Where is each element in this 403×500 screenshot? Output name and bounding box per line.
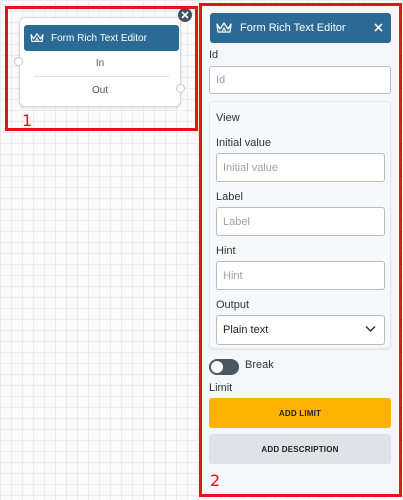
output-select[interactable]: Plain text — [216, 315, 385, 345]
output-label: Output — [216, 299, 250, 311]
input-port[interactable] — [14, 57, 23, 66]
label-placeholder: Label — [223, 215, 250, 228]
node-close-button[interactable] — [177, 7, 193, 23]
initial-value-label: Initial value — [216, 137, 272, 149]
output-value: Plain text — [223, 324, 269, 336]
node-header[interactable]: Form Rich Text Editor — [24, 25, 179, 51]
properties-panel: Form Rich Text Editor Id Id View Initial… — [200, 3, 400, 498]
port-in-label: In — [95, 58, 105, 69]
break-label: Break — [245, 359, 274, 371]
node-divider — [34, 76, 169, 77]
label-field[interactable]: Label — [216, 207, 385, 236]
add-limit-button[interactable]: ADD LIMIT — [209, 398, 391, 428]
panel-header: Form Rich Text Editor — [210, 13, 391, 43]
crown-icon — [30, 33, 44, 42]
chevron-down-icon — [365, 325, 376, 333]
limit-label: Limit — [209, 382, 233, 394]
add-description-button[interactable]: ADD DESCRIPTION — [209, 434, 391, 464]
initial-value-field[interactable]: Initial value — [216, 153, 385, 182]
hint-placeholder: Hint — [223, 269, 243, 282]
port-out-label: Out — [91, 85, 109, 96]
view-label: View — [216, 112, 240, 124]
hint-label: Hint — [216, 245, 236, 257]
label-label: Label — [216, 191, 243, 203]
initial-value-placeholder: Initial value — [223, 161, 279, 174]
highlight-label-1: 1 — [22, 111, 33, 130]
id-placeholder: Id — [216, 74, 226, 86]
output-port[interactable] — [176, 84, 185, 93]
panel-close-button[interactable] — [374, 19, 383, 35]
panel-title: Form Rich Text Editor — [240, 22, 346, 34]
break-toggle[interactable] — [209, 359, 239, 375]
highlight-label-2: 2 — [210, 471, 221, 490]
flow-node[interactable]: Form Rich Text Editor In Out — [14, 17, 185, 107]
crown-icon — [216, 22, 232, 33]
id-label: Id — [209, 49, 219, 61]
id-field[interactable]: Id — [209, 66, 391, 94]
hint-field[interactable]: Hint — [216, 261, 385, 290]
close-icon — [181, 11, 189, 19]
view-section: View Initial value Initial value Label L… — [209, 101, 391, 349]
node-title: Form Rich Text Editor — [51, 32, 147, 44]
toggle-knob — [211, 361, 223, 373]
close-icon — [374, 23, 383, 32]
